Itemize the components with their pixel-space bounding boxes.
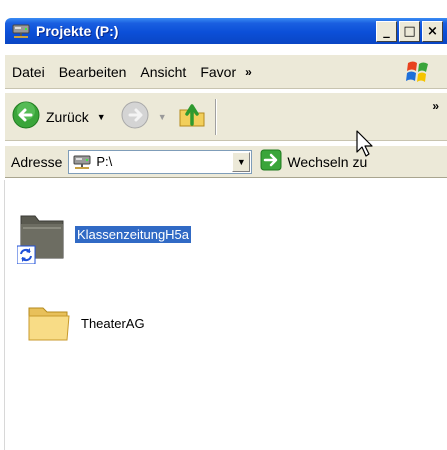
maximize-button[interactable]: □ bbox=[399, 21, 420, 42]
menu-overflow-chevron[interactable]: » bbox=[245, 65, 252, 79]
close-button[interactable]: × bbox=[422, 21, 443, 42]
forward-dropdown-icon[interactable]: ▼ bbox=[158, 112, 167, 122]
file-list: KlassenzeitungH5a TheaterAG bbox=[5, 180, 447, 450]
back-dropdown-icon[interactable]: ▼ bbox=[97, 112, 106, 122]
go-button[interactable]: Wechseln zu bbox=[260, 149, 367, 174]
folder-icon bbox=[27, 300, 71, 347]
folder-up-icon bbox=[177, 100, 207, 133]
toolbar-overflow-chevron[interactable]: » bbox=[432, 99, 439, 113]
menu-ansicht[interactable]: Ansicht bbox=[133, 64, 193, 80]
back-label: Zurück bbox=[46, 108, 89, 125]
go-arrow-icon bbox=[260, 149, 282, 174]
toolbar-separator bbox=[214, 98, 217, 135]
window-title: Projekte (P:) bbox=[36, 23, 119, 39]
toolbar: Zurück ▼ ▼ » bbox=[5, 93, 447, 141]
menu-favoriten[interactable]: Favor bbox=[193, 64, 243, 80]
network-drive-icon bbox=[11, 22, 31, 40]
close-icon: × bbox=[427, 24, 438, 39]
network-drive-icon bbox=[72, 153, 92, 171]
address-label: Adresse bbox=[11, 153, 63, 170]
address-value: P:\ bbox=[96, 154, 113, 169]
mouse-cursor-icon bbox=[356, 130, 376, 161]
file-item-theaterag[interactable]: TheaterAG bbox=[27, 300, 147, 347]
forward-button[interactable]: ▼ bbox=[120, 100, 167, 133]
up-folder-button[interactable] bbox=[177, 100, 207, 133]
title-bar[interactable]: Projekte (P:) _ □ × bbox=[5, 18, 447, 44]
file-name-label: TheaterAG bbox=[81, 316, 145, 331]
address-dropdown-button[interactable]: ▼ bbox=[232, 151, 251, 172]
back-arrow-icon bbox=[11, 100, 41, 133]
menu-datei[interactable]: Datei bbox=[5, 64, 52, 80]
forward-arrow-icon bbox=[120, 100, 150, 133]
windows-logo-icon bbox=[401, 57, 435, 87]
address-input[interactable]: P:\ ▼ bbox=[68, 149, 253, 174]
back-button[interactable]: Zurück ▼ bbox=[11, 100, 106, 133]
file-name-label: KlassenzeitungH5a bbox=[75, 226, 192, 243]
shared-folder-icon bbox=[16, 202, 67, 267]
menu-bearbeiten[interactable]: Bearbeiten bbox=[52, 64, 134, 80]
minimize-icon: _ bbox=[383, 24, 390, 39]
address-bar: Adresse P:\ ▼ Wechseln zu bbox=[5, 146, 447, 178]
file-item-klassenzeitung[interactable]: KlassenzeitungH5a bbox=[16, 202, 192, 267]
maximize-icon: □ bbox=[403, 24, 416, 39]
menu-bar: Datei Bearbeiten Ansicht Favor » bbox=[5, 55, 447, 89]
minimize-button[interactable]: _ bbox=[376, 21, 397, 42]
